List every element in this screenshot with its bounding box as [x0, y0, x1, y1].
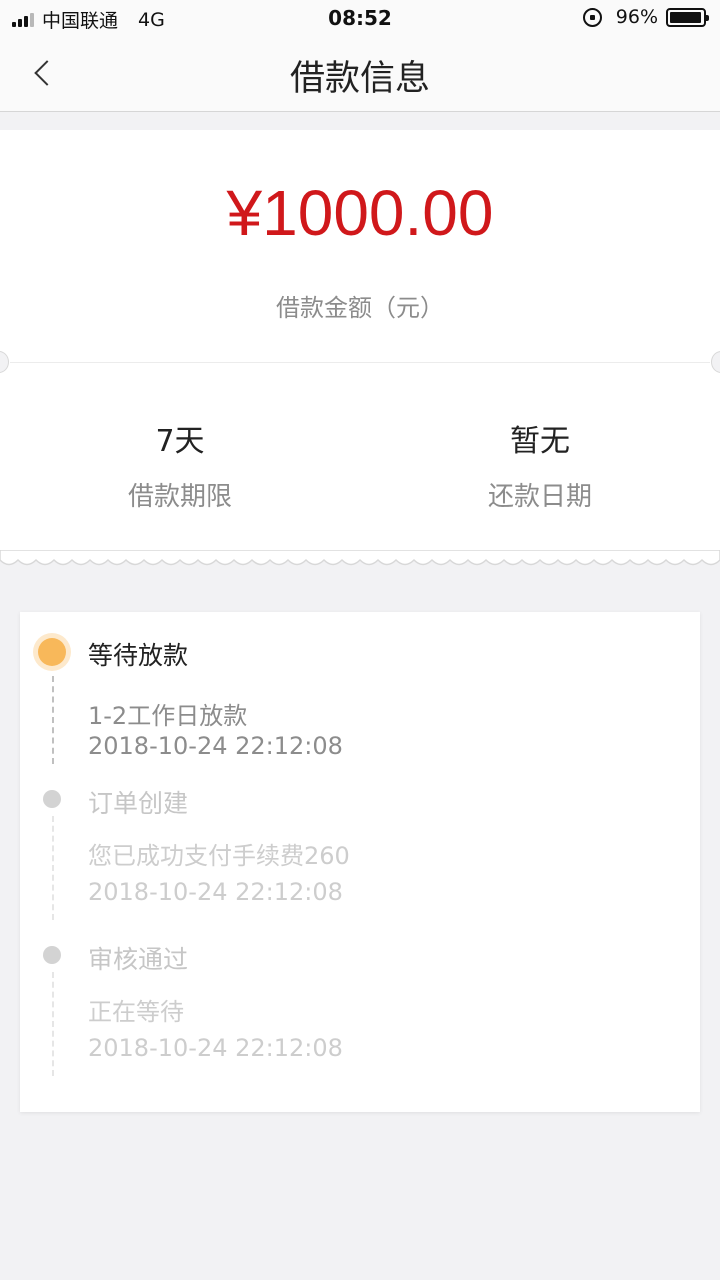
timeline-dot-icon — [43, 790, 61, 808]
timeline-item-detail: 正在等待 — [88, 998, 184, 1026]
status-right: 96% — [582, 6, 709, 28]
timeline-connector — [52, 972, 54, 1076]
rotation-lock-icon — [582, 7, 602, 27]
repay-date-label: 还款日期 — [487, 482, 592, 512]
loan-term-label: 借款期限 — [127, 482, 232, 512]
timeline-dot-icon — [43, 946, 61, 964]
loan-term-value: 7天 — [155, 424, 205, 459]
card-divider — [10, 362, 710, 363]
ticket-notch-left — [0, 351, 9, 373]
repay-date-value: 暂无 — [510, 424, 570, 459]
timeline-item-time: 2018-10-24 22:12:08 — [88, 732, 343, 760]
battery-fill — [670, 11, 701, 23]
battery-percent: 96% — [615, 6, 658, 28]
repay-date: 暂无 还款日期 — [360, 416, 720, 513]
ticket-notch-right — [711, 351, 720, 373]
timeline-item-time: 2018-10-24 22:12:08 — [88, 1034, 343, 1062]
timeline-item-title: 等待放款 — [88, 641, 189, 670]
status-bar: 中国联通 4G 08:52 96% — [0, 0, 720, 38]
timeline-item-title: 订单创建 — [88, 789, 189, 818]
timeline-item-title: 审核通过 — [88, 945, 189, 974]
page-title: 借款信息 — [289, 59, 430, 99]
scalloped-edge — [0, 550, 720, 566]
loan-term: 7天 借款期限 — [0, 416, 360, 513]
timeline-item-detail: 您已成功支付手续费260 — [88, 842, 350, 870]
loan-summary-card: ¥1000.00 借款金额（元） 7天 借款期限 暂无 还款日期 — [0, 130, 720, 560]
loan-amount: ¥1000.00 — [226, 177, 494, 249]
nav-bar: 借款信息 — [0, 38, 720, 112]
timeline-item-detail: 1-2工作日放款 — [88, 702, 248, 730]
timeline-item-time: 2018-10-24 22:12:08 — [88, 878, 343, 906]
timeline-active-dot-icon — [38, 638, 66, 666]
loan-amount-label: 借款金额（元） — [276, 294, 444, 322]
timeline-connector — [52, 816, 54, 920]
timeline-connector — [52, 676, 54, 764]
battery-icon — [666, 7, 709, 27]
timeline-card: 等待放款 1-2工作日放款 2018-10-24 22:12:08 订单创建 您… — [18, 612, 702, 1078]
